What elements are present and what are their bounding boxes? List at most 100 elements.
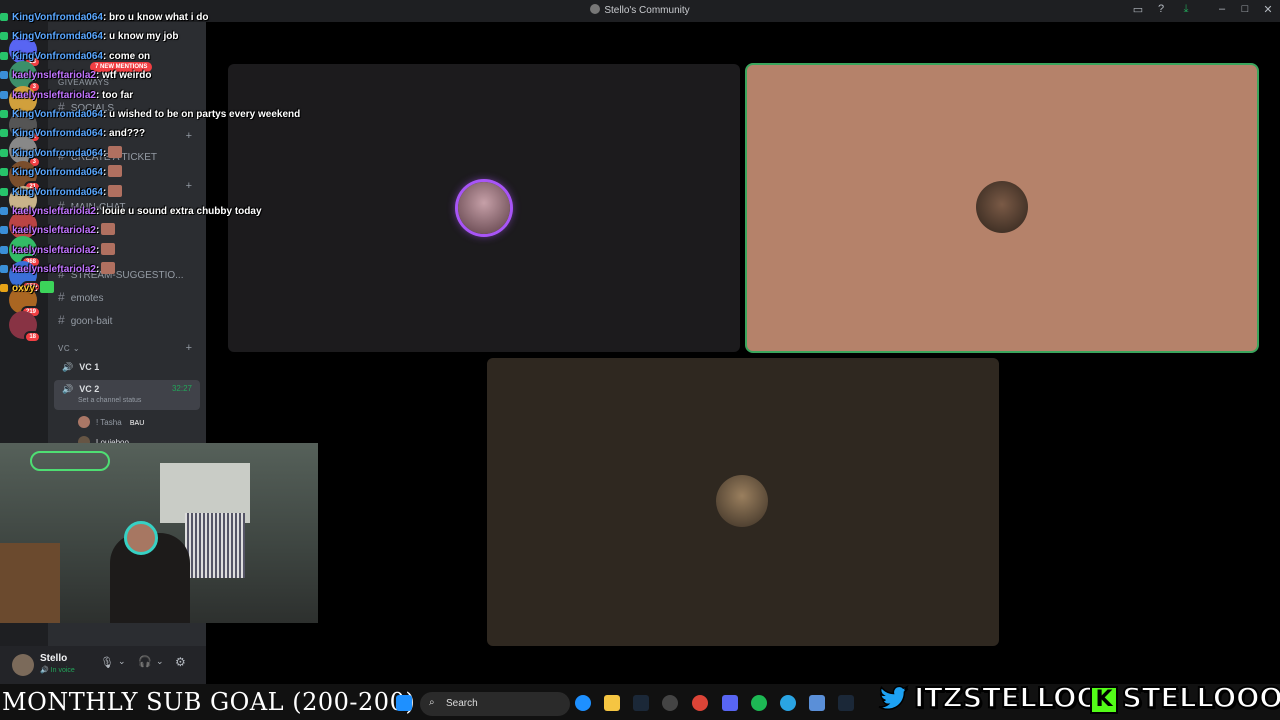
taskbar-search[interactable]: ⌕ Search	[420, 692, 570, 716]
user-panel: Stello 🔊 In voice 🎙 ⌄ 🎧 ⌄ ⚙	[0, 646, 206, 684]
server-icon	[590, 4, 601, 14]
chat-badge-icon	[0, 206, 8, 215]
windows-start-icon[interactable]	[396, 695, 412, 711]
emote-image	[108, 165, 123, 178]
chat-username: kaelynsleftariola2	[12, 225, 96, 237]
emote-image	[40, 281, 55, 294]
discord-icon[interactable]	[722, 695, 738, 711]
chat-username: KingVonfromda064	[12, 147, 103, 159]
chat-badge-icon	[0, 71, 8, 80]
avatar[interactable]	[12, 654, 34, 676]
chat-message: kaelynsleftariola2: louie u sound extra …	[0, 202, 360, 221]
edge-icon[interactable]	[575, 695, 591, 711]
chat-text: : louie u sound extra chubby today	[95, 205, 262, 217]
voice-channel-vc2[interactable]: 🔊 VC 2 32:27 Set a channel status	[54, 380, 200, 410]
chat-badge-icon	[0, 245, 8, 254]
maximize-icon[interactable]: □	[1237, 3, 1253, 15]
chat-text: : come on	[102, 50, 151, 62]
chat-badge-icon	[0, 284, 8, 293]
chat-badge-icon	[0, 129, 8, 138]
member-tag: BAU	[129, 420, 145, 427]
mic-icon[interactable]: 🎙	[100, 656, 114, 669]
spotify-icon[interactable]	[751, 695, 767, 711]
chat-text: :	[34, 283, 39, 295]
steam-icon[interactable]	[633, 695, 649, 711]
chat-badge-icon	[0, 13, 8, 21]
chat-username: KingVonfromda064	[12, 50, 103, 62]
chat-username: kaelynsleftariola2	[12, 89, 96, 101]
streamer-head	[124, 521, 158, 555]
chevron-down-icon[interactable]: ⌄	[118, 656, 126, 667]
voice-stage	[206, 22, 1280, 684]
chat-text: :	[95, 225, 100, 237]
emote-image	[101, 262, 116, 275]
wall-rack	[185, 513, 245, 578]
twitter-handle: ITZSTELLOO	[913, 680, 1101, 715]
help-icon[interactable]: ?	[1153, 3, 1169, 15]
voice-channel-vc1[interactable]: 🔊 VC 1	[54, 358, 200, 378]
voice-channel-label: VC 1	[79, 362, 100, 372]
chat-message: oxvy:	[0, 279, 360, 298]
emote-image	[101, 223, 116, 236]
unread-badge: 18	[24, 331, 41, 343]
channel-status[interactable]: Set a channel status	[78, 397, 200, 404]
close-icon[interactable]: ✕	[1260, 3, 1276, 16]
sub-goal-text: MONTHLY SUB GOAL (200-200)	[2, 688, 416, 716]
headphones-icon[interactable]: 🎧	[138, 655, 152, 668]
download-icon[interactable]: ⤓	[1178, 3, 1194, 16]
chat-message: KingVonfromda064: bro u know what i do	[0, 8, 360, 27]
chat-badge-icon	[0, 148, 8, 157]
gear-icon[interactable]: ⚙	[175, 655, 186, 669]
steam-icon[interactable]	[838, 695, 854, 711]
voice-member[interactable]: ! Tasha BAU	[78, 416, 144, 428]
chat-text: : too far	[95, 89, 134, 101]
channel-category-vc[interactable]: VC ⌄	[58, 344, 80, 353]
chat-text: : u wished to be on partys every weekend	[102, 108, 301, 120]
chrome-icon[interactable]	[692, 695, 708, 711]
participant-avatar	[458, 182, 510, 234]
chat-badge-icon	[0, 265, 8, 274]
participant-avatar	[976, 181, 1028, 233]
chat-message: KingVonfromda064:	[0, 163, 360, 182]
chat-username: oxvy	[12, 283, 35, 295]
chat-text: :	[102, 186, 107, 198]
chat-message: kaelynsleftariola2: wtf weirdo	[0, 66, 360, 85]
channel-label: goon-bait	[70, 316, 113, 327]
minimize-icon[interactable]: –	[1214, 3, 1230, 15]
emote-image	[108, 145, 123, 158]
chat-username: KingVonfromda064	[12, 12, 103, 23]
voice-icon: 🔊	[40, 667, 49, 674]
chat-username: KingVonfromda064	[12, 31, 103, 43]
chat-badge-icon	[0, 187, 8, 196]
chat-message: kaelynsleftariola2:	[0, 221, 360, 240]
voice-status: 🔊 In voice	[40, 666, 75, 674]
channel-goon-bait[interactable]: # goon-bait	[58, 313, 112, 327]
chat-username: kaelynsleftariola2	[12, 70, 96, 82]
obs-icon[interactable]	[662, 695, 678, 711]
file-explorer-icon[interactable]	[604, 695, 620, 711]
chat-badge-icon	[0, 109, 8, 118]
chat-text: :	[102, 147, 107, 159]
chat-text: :	[102, 167, 107, 179]
kick-icon: K	[1090, 686, 1118, 714]
emote-image	[108, 184, 123, 197]
speaker-icon: 🔊	[62, 362, 74, 372]
notepad-icon[interactable]	[809, 695, 825, 711]
chat-text: :	[95, 264, 100, 276]
chat-text: :	[95, 244, 100, 256]
server-icon[interactable]: 18	[9, 311, 41, 343]
chat-message: KingVonfromda064: u know my job	[0, 27, 360, 46]
avatar	[78, 416, 90, 428]
voice-channel-label: VC 2	[79, 384, 100, 394]
member-name: ! Tasha	[96, 418, 122, 427]
telegram-icon[interactable]	[780, 695, 796, 711]
inbox-icon[interactable]: ▭	[1130, 3, 1146, 16]
chat-message: KingVonfromda064: u wished to be on part…	[0, 105, 360, 124]
participant-tile[interactable]	[487, 358, 999, 646]
window-title-text: Stello's Community	[604, 5, 690, 16]
add-channel-icon[interactable]: +	[186, 342, 192, 354]
chat-text: : and???	[102, 128, 146, 140]
chevron-down-icon[interactable]: ⌄	[156, 656, 164, 667]
chat-badge-icon	[0, 90, 8, 99]
participant-tile-speaking[interactable]	[747, 65, 1257, 351]
